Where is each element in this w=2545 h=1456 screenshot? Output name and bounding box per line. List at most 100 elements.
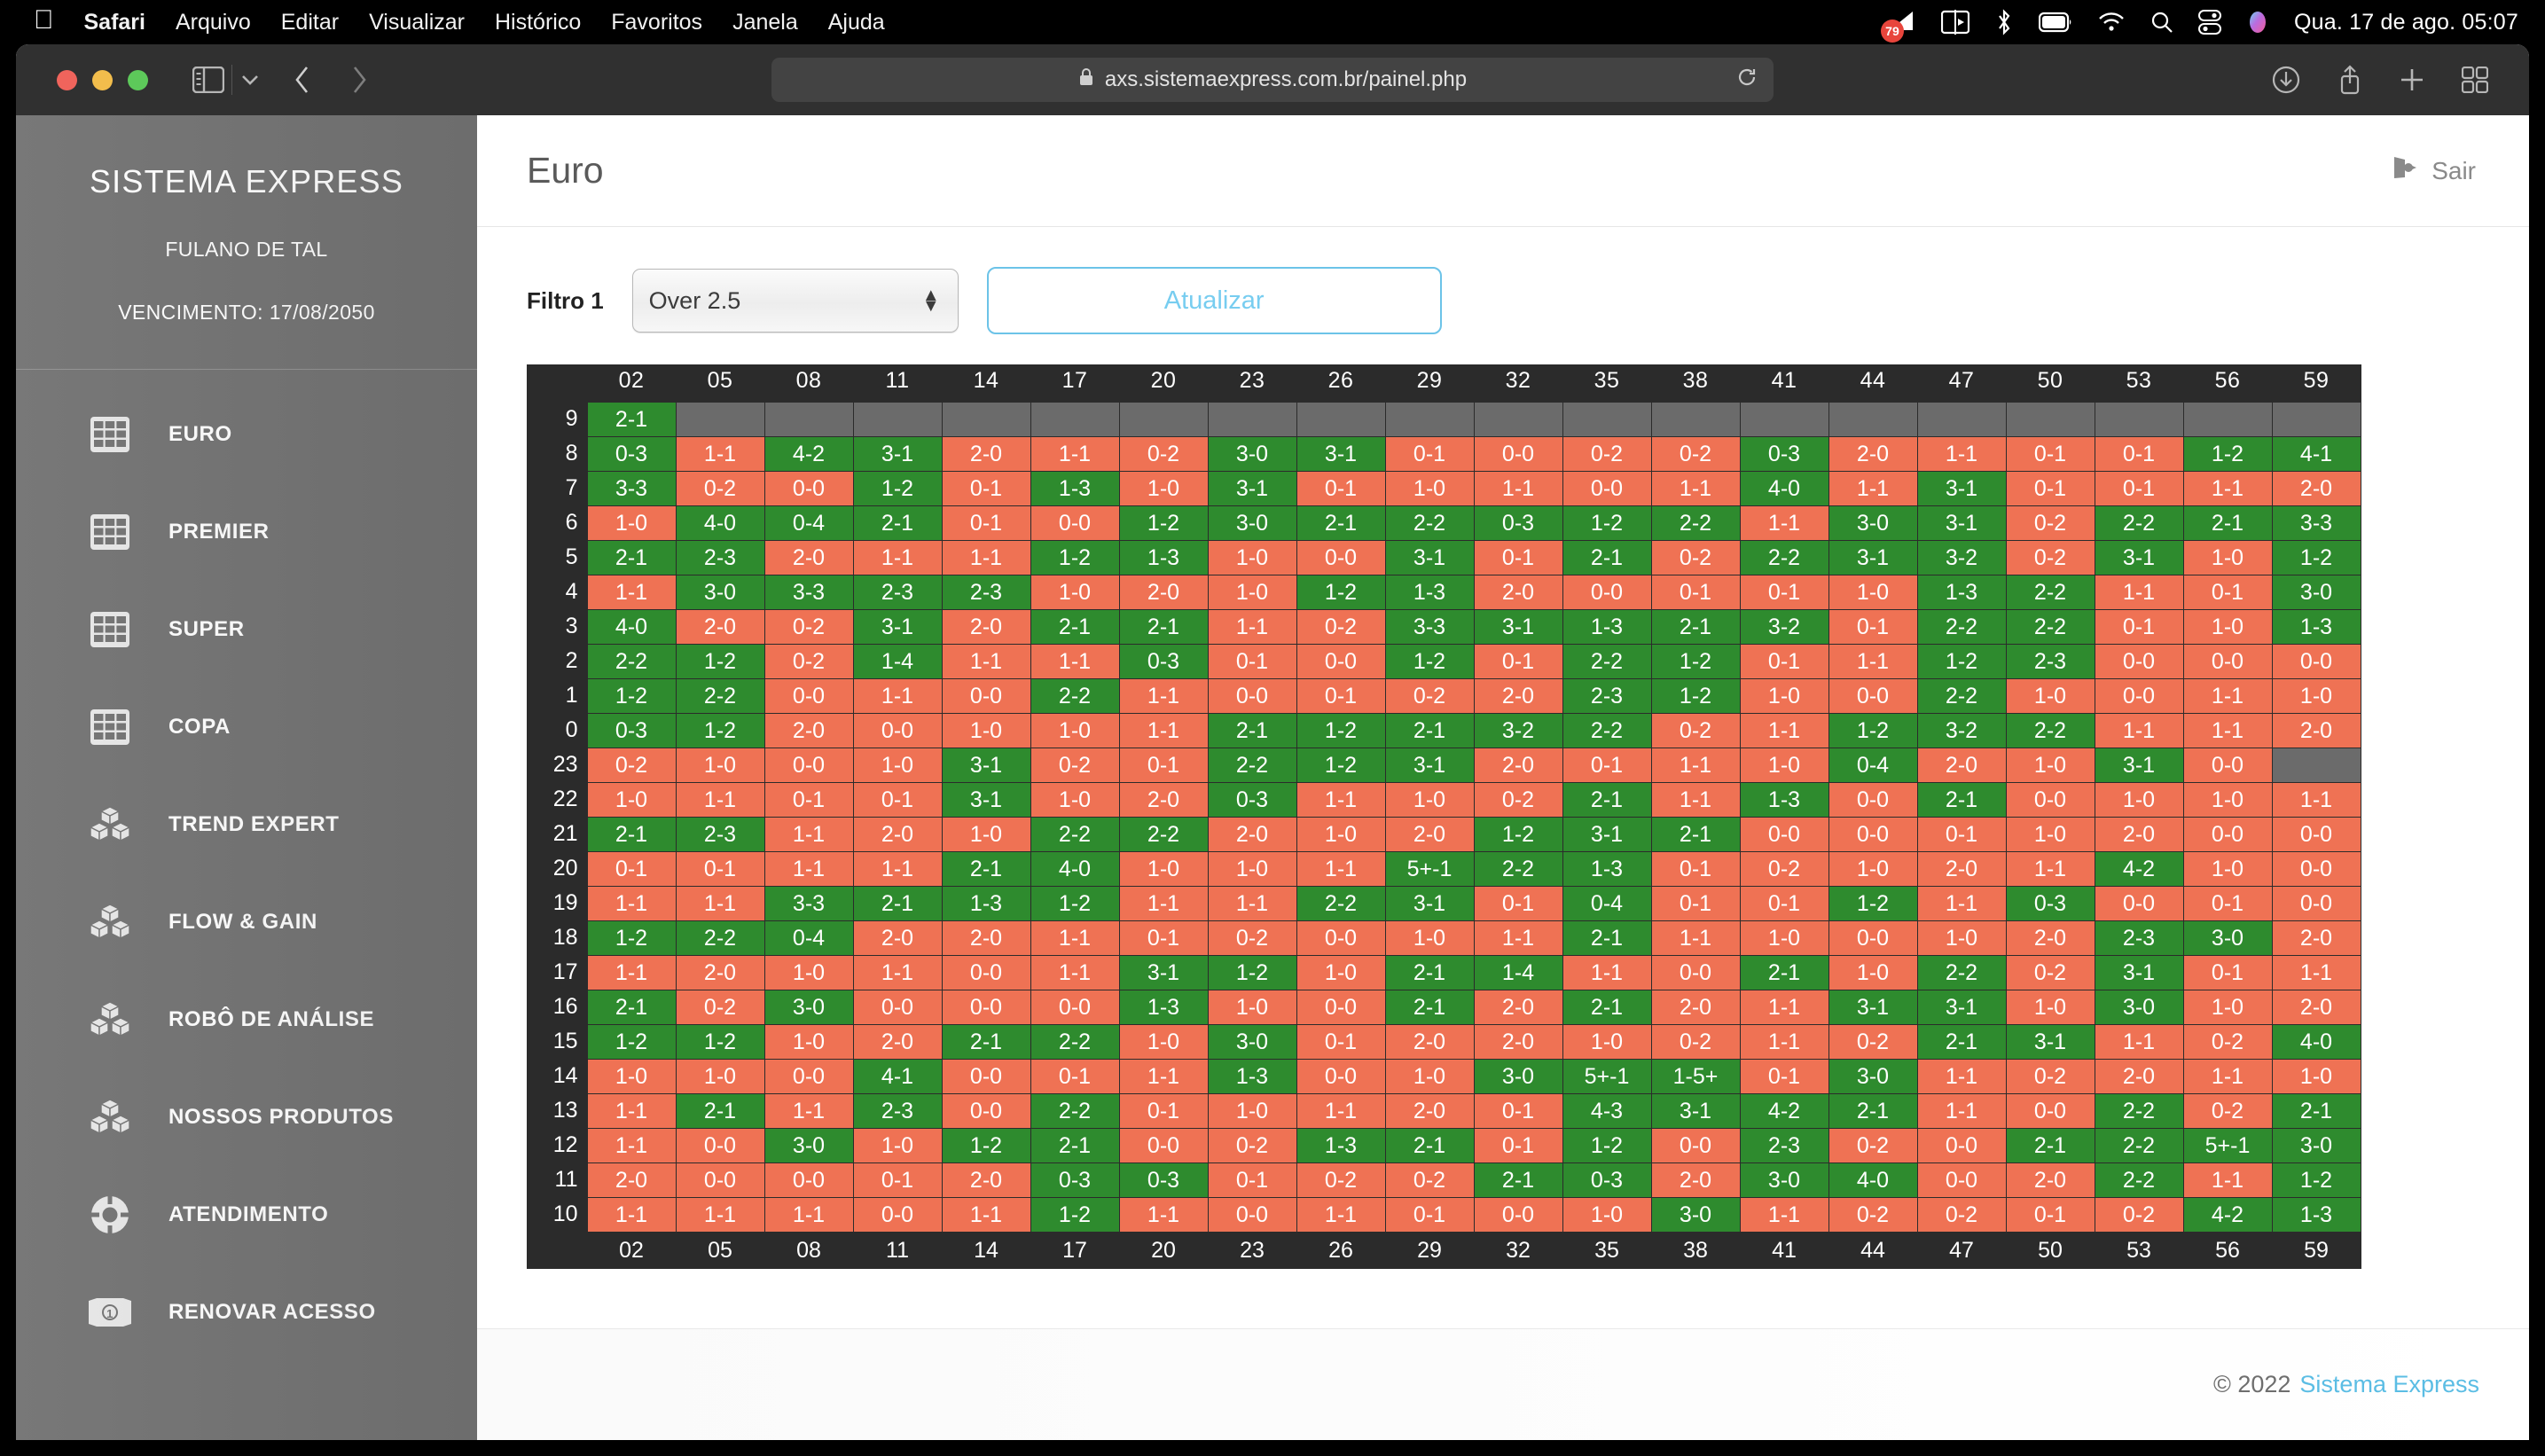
sidebar-item-flow-and-gain[interactable]: FLOW & GAIN xyxy=(16,873,477,971)
score-cell[interactable]: 2-2 xyxy=(1296,885,1386,921)
score-cell[interactable]: 1-0 xyxy=(586,781,677,818)
score-cell[interactable]: 2-2 xyxy=(1650,505,1741,541)
tab-overview-icon[interactable] xyxy=(2462,67,2488,93)
score-cell[interactable]: 2-2 xyxy=(1473,850,1563,887)
score-cell[interactable]: 1-1 xyxy=(1828,643,1918,679)
score-cell[interactable]: 3-0 xyxy=(1739,1162,1829,1198)
score-cell[interactable]: 1-0 xyxy=(586,1058,677,1094)
score-cell[interactable] xyxy=(2271,401,2361,437)
score-cell[interactable]: 0-3 xyxy=(1473,505,1563,541)
score-cell[interactable]: 1-0 xyxy=(1207,539,1297,575)
score-cell[interactable]: 0-1 xyxy=(1118,747,1209,783)
score-cell[interactable]: 1-0 xyxy=(1296,816,1386,852)
score-cell[interactable]: 1-1 xyxy=(586,1127,677,1163)
score-cell[interactable]: 1-0 xyxy=(2271,677,2361,714)
score-cell[interactable]: 2-0 xyxy=(1828,435,1918,472)
score-cell[interactable]: 0-1 xyxy=(1473,539,1563,575)
score-cell[interactable]: 0-1 xyxy=(2005,435,2095,472)
score-cell[interactable]: 0-2 xyxy=(1828,1023,1918,1060)
score-cell[interactable]: 1-0 xyxy=(1207,574,1297,610)
score-cell[interactable]: 1-2 xyxy=(1828,712,1918,748)
score-cell[interactable]: 1-3 xyxy=(1118,539,1209,575)
score-cell[interactable]: 1-2 xyxy=(586,1023,677,1060)
score-cell[interactable]: 2-0 xyxy=(1384,816,1475,852)
score-cell[interactable] xyxy=(764,401,854,437)
score-cell[interactable]: 0-2 xyxy=(1207,920,1297,956)
score-cell[interactable] xyxy=(1296,401,1386,437)
score-cell[interactable]: 1-0 xyxy=(1030,574,1120,610)
score-cell[interactable]: 2-0 xyxy=(852,1023,943,1060)
score-cell[interactable]: 3-2 xyxy=(1473,712,1563,748)
score-cell[interactable]: 1-1 xyxy=(1739,505,1829,541)
score-cell[interactable]: 2-2 xyxy=(586,643,677,679)
score-cell[interactable]: 1-3 xyxy=(1384,574,1475,610)
score-cell[interactable]: 0-1 xyxy=(1473,643,1563,679)
score-cell[interactable]: 1-1 xyxy=(941,643,1031,679)
score-cell[interactable]: 2-1 xyxy=(1296,505,1386,541)
score-cell[interactable]: 1-0 xyxy=(1828,574,1918,610)
score-cell[interactable]: 1-1 xyxy=(852,954,943,990)
score-cell[interactable]: 2-2 xyxy=(1030,1092,1120,1129)
score-cell[interactable]: 1-0 xyxy=(1828,850,1918,887)
score-cell[interactable]: 1-2 xyxy=(1118,505,1209,541)
score-cell[interactable] xyxy=(1207,401,1297,437)
score-cell[interactable]: 3-1 xyxy=(1473,608,1563,645)
score-cell[interactable]: 1-0 xyxy=(1739,747,1829,783)
score-cell[interactable]: 1-1 xyxy=(586,954,677,990)
score-cell[interactable]: 0-0 xyxy=(1473,435,1563,472)
score-cell[interactable]: 1-2 xyxy=(1207,954,1297,990)
score-cell[interactable]: 0-2 xyxy=(1650,435,1741,472)
score-cell[interactable]: 0-0 xyxy=(2271,816,2361,852)
reload-button[interactable] xyxy=(1736,67,1758,94)
score-cell[interactable]: 1-2 xyxy=(2182,435,2273,472)
score-cell[interactable]: 3-0 xyxy=(1207,435,1297,472)
score-cell[interactable]: 2-1 xyxy=(1562,539,1652,575)
score-cell[interactable]: 2-1 xyxy=(586,816,677,852)
screen-mirroring-icon[interactable] xyxy=(1940,10,1969,35)
score-cell[interactable]: 1-1 xyxy=(1650,920,1741,956)
score-cell[interactable]: 1-1 xyxy=(764,850,854,887)
score-cell[interactable]: 0-0 xyxy=(764,1058,854,1094)
score-cell[interactable]: 3-1 xyxy=(1650,1092,1741,1129)
score-cell[interactable]: 2-0 xyxy=(941,1162,1031,1198)
score-cell[interactable]: 0-0 xyxy=(2094,677,2184,714)
score-cell[interactable]: 0-1 xyxy=(1828,608,1918,645)
score-cell[interactable]: 2-2 xyxy=(2005,608,2095,645)
score-cell[interactable]: 0-2 xyxy=(1739,850,1829,887)
score-cell[interactable]: 3-1 xyxy=(941,747,1031,783)
score-cell[interactable]: 1-0 xyxy=(1739,677,1829,714)
score-cell[interactable]: 1-0 xyxy=(852,747,943,783)
score-cell[interactable]: 0-0 xyxy=(1118,1127,1209,1163)
score-cell[interactable]: 0-3 xyxy=(586,435,677,472)
filter-select[interactable]: Over 2.5 ▲ ▼ xyxy=(631,269,959,333)
score-cell[interactable]: 0-1 xyxy=(1473,1127,1563,1163)
score-cell[interactable]: 1-1 xyxy=(1118,712,1209,748)
score-cell[interactable]: 1-0 xyxy=(764,954,854,990)
score-cell[interactable]: 2-1 xyxy=(852,505,943,541)
score-cell[interactable]: 0-0 xyxy=(1296,539,1386,575)
score-cell[interactable]: 4-0 xyxy=(2271,1023,2361,1060)
score-cell[interactable]: 1-2 xyxy=(1384,643,1475,679)
score-cell[interactable]: 1-0 xyxy=(2182,608,2273,645)
score-cell[interactable]: 2-1 xyxy=(675,1092,765,1129)
score-cell[interactable]: 3-1 xyxy=(2094,954,2184,990)
score-cell[interactable]: 2-2 xyxy=(1916,608,2007,645)
score-cell[interactable]: 0-4 xyxy=(1562,885,1652,921)
window-controls[interactable] xyxy=(57,69,148,90)
score-cell[interactable] xyxy=(2271,747,2361,783)
score-cell[interactable]: 0-0 xyxy=(764,677,854,714)
score-cell[interactable]: 1-2 xyxy=(675,1023,765,1060)
score-cell[interactable]: 1-1 xyxy=(586,885,677,921)
score-cell[interactable]: 3-0 xyxy=(2271,1127,2361,1163)
score-cell[interactable]: 0-2 xyxy=(1384,677,1475,714)
score-cell[interactable]: 2-1 xyxy=(1030,1127,1120,1163)
score-cell[interactable]: 0-0 xyxy=(1739,816,1829,852)
score-cell[interactable]: 1-0 xyxy=(1118,470,1209,506)
score-cell[interactable]: 1-2 xyxy=(1296,574,1386,610)
score-cell[interactable]: 0-0 xyxy=(852,1196,943,1233)
score-cell[interactable]: 0-0 xyxy=(1650,1127,1741,1163)
score-cell[interactable]: 1-1 xyxy=(1118,1196,1209,1233)
score-cell[interactable]: 1-2 xyxy=(1650,643,1741,679)
score-cell[interactable]: 2-1 xyxy=(586,401,677,437)
score-cell[interactable]: 0-1 xyxy=(2094,608,2184,645)
